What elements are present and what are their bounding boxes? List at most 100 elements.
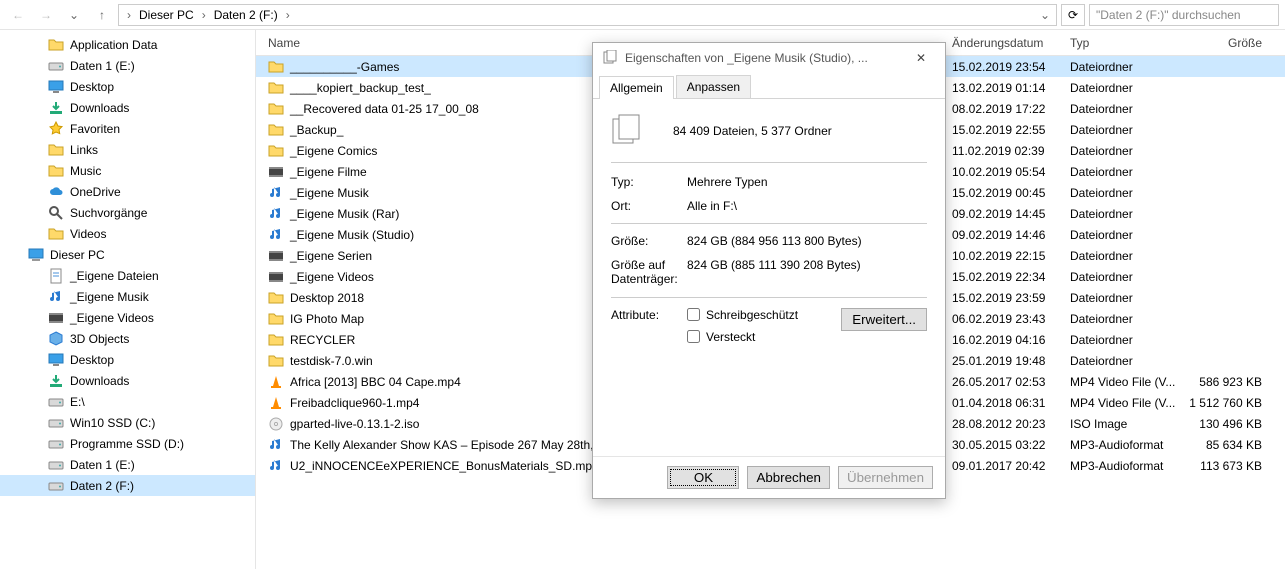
tree-item[interactable]: E:\: [0, 391, 255, 412]
refresh-button[interactable]: ⟳: [1061, 4, 1085, 26]
tree-item-label: _Eigene Videos: [70, 311, 154, 325]
value-type: Mehrere Typen: [687, 175, 927, 189]
navigation-tree[interactable]: Application DataDaten 1 (E:)DesktopDownl…: [0, 30, 256, 569]
tree-item-label: OneDrive: [70, 185, 121, 199]
disc-icon: [268, 416, 284, 432]
tree-item-label: Desktop: [70, 80, 114, 94]
tree-item[interactable]: _Eigene Dateien: [0, 265, 255, 286]
back-button[interactable]: ←: [6, 3, 30, 27]
tree-item[interactable]: OneDrive: [0, 181, 255, 202]
file-date: 09.02.2019 14:46: [952, 228, 1070, 242]
folder-icon: [268, 353, 284, 369]
download-icon: [48, 373, 64, 389]
tree-item-label: Dieser PC: [50, 248, 105, 262]
tree-item[interactable]: Suchvorgänge: [0, 202, 255, 223]
cancel-button[interactable]: Abbrechen: [747, 466, 829, 489]
address-dropdown-icon[interactable]: ⌄: [1040, 8, 1050, 22]
column-date[interactable]: Änderungsdatum: [952, 36, 1070, 50]
music-icon: [48, 289, 64, 305]
tree-item[interactable]: _Eigene Videos: [0, 307, 255, 328]
tab-custom[interactable]: Anpassen: [676, 75, 751, 98]
close-button[interactable]: ✕: [907, 47, 935, 69]
tree-item[interactable]: Downloads: [0, 97, 255, 118]
folder-icon: [48, 163, 64, 179]
file-type: MP3-Audioformat: [1070, 438, 1188, 452]
dialog-buttons: OK Abbrechen Übernehmen: [593, 456, 945, 498]
file-type: Dateiordner: [1070, 186, 1188, 200]
tree-item[interactable]: Programme SSD (D:): [0, 433, 255, 454]
ok-button[interactable]: OK: [667, 466, 739, 489]
tree-item-label: _Eigene Dateien: [70, 269, 159, 283]
file-date: 15.02.2019 23:59: [952, 291, 1070, 305]
music-icon: [268, 206, 284, 222]
file-type: Dateiordner: [1070, 270, 1188, 284]
file-type: MP3-Audioformat: [1070, 459, 1188, 473]
tree-item[interactable]: Videos: [0, 223, 255, 244]
file-size: 85 634 KB: [1188, 438, 1274, 452]
file-date: 16.02.2019 04:16: [952, 333, 1070, 347]
tree-item[interactable]: Music: [0, 160, 255, 181]
file-name: IG Photo Map: [290, 312, 364, 326]
chevron-down-icon[interactable]: ⌄: [62, 3, 86, 27]
vlc-icon: [268, 374, 284, 390]
checkbox-readonly[interactable]: [687, 308, 700, 321]
tree-item[interactable]: 3D Objects: [0, 328, 255, 349]
video-icon: [268, 248, 284, 264]
tree-item[interactable]: Application Data: [0, 34, 255, 55]
tree-item[interactable]: Win10 SSD (C:): [0, 412, 255, 433]
drive-icon: [48, 478, 64, 494]
apply-button[interactable]: Übernehmen: [838, 466, 933, 489]
file-name: RECYCLER: [290, 333, 355, 347]
file-name: __________-Games: [290, 60, 399, 74]
file-date: 10.02.2019 22:15: [952, 249, 1070, 263]
label-location: Ort:: [611, 199, 687, 213]
documents-icon: [611, 113, 643, 148]
column-size[interactable]: Größe: [1188, 36, 1274, 50]
label-readonly: Schreibgeschützt: [706, 308, 798, 322]
breadcrumb-drive[interactable]: Daten 2 (F:): [214, 8, 278, 22]
tree-item[interactable]: Dieser PC: [0, 244, 255, 265]
file-name: U2_iNNOCENCEeXPERIENCE_BonusMaterials_SD…: [290, 459, 599, 473]
label-size: Größe:: [611, 234, 687, 248]
file-date: 01.04.2018 06:31: [952, 396, 1070, 410]
breadcrumb-pc[interactable]: Dieser PC: [139, 8, 194, 22]
forward-button[interactable]: →: [34, 3, 58, 27]
folder-icon: [268, 311, 284, 327]
tree-item[interactable]: Desktop: [0, 76, 255, 97]
file-name: _Eigene Serien: [290, 249, 372, 263]
dialog-titlebar[interactable]: Eigenschaften von _Eigene Musik (Studio)…: [593, 43, 945, 73]
tree-item[interactable]: Daten 1 (E:): [0, 454, 255, 475]
advanced-button[interactable]: Erweitert...: [841, 308, 927, 331]
folder-icon: [268, 143, 284, 159]
file-date: 26.05.2017 02:53: [952, 375, 1070, 389]
tab-general[interactable]: Allgemein: [599, 76, 674, 99]
tree-item[interactable]: Favoriten: [0, 118, 255, 139]
file-size: 1 512 760 KB: [1188, 396, 1274, 410]
music-icon: [268, 437, 284, 453]
column-type[interactable]: Typ: [1070, 36, 1188, 50]
tree-item[interactable]: _Eigene Musik: [0, 286, 255, 307]
tree-item[interactable]: Downloads: [0, 370, 255, 391]
folder-icon: [48, 37, 64, 53]
file-date: 15.02.2019 22:55: [952, 123, 1070, 137]
value-location: Alle in F:\: [687, 199, 927, 213]
folder-icon: [48, 142, 64, 158]
checkbox-hidden[interactable]: [687, 330, 700, 343]
drive-icon: [48, 457, 64, 473]
folder-icon: [268, 332, 284, 348]
search-input[interactable]: "Daten 2 (F:)" durchsuchen: [1089, 4, 1279, 26]
breadcrumb[interactable]: › Dieser PC › Daten 2 (F:) › ⌄: [118, 4, 1057, 26]
tree-item[interactable]: Daten 2 (F:): [0, 475, 255, 496]
file-date: 11.02.2019 02:39: [952, 144, 1070, 158]
file-type: Dateiordner: [1070, 228, 1188, 242]
tree-item[interactable]: Links: [0, 139, 255, 160]
file-type: MP4 Video File (V...: [1070, 375, 1188, 389]
up-button[interactable]: ↑: [90, 3, 114, 27]
tree-item[interactable]: Daten 1 (E:): [0, 55, 255, 76]
tree-item-label: Programme SSD (D:): [70, 437, 184, 451]
tree-item-label: 3D Objects: [70, 332, 129, 346]
properties-dialog: Eigenschaften von _Eigene Musik (Studio)…: [592, 42, 946, 499]
tree-item-label: E:\: [70, 395, 85, 409]
label-attributes: Attribute:: [611, 308, 687, 352]
tree-item[interactable]: Desktop: [0, 349, 255, 370]
